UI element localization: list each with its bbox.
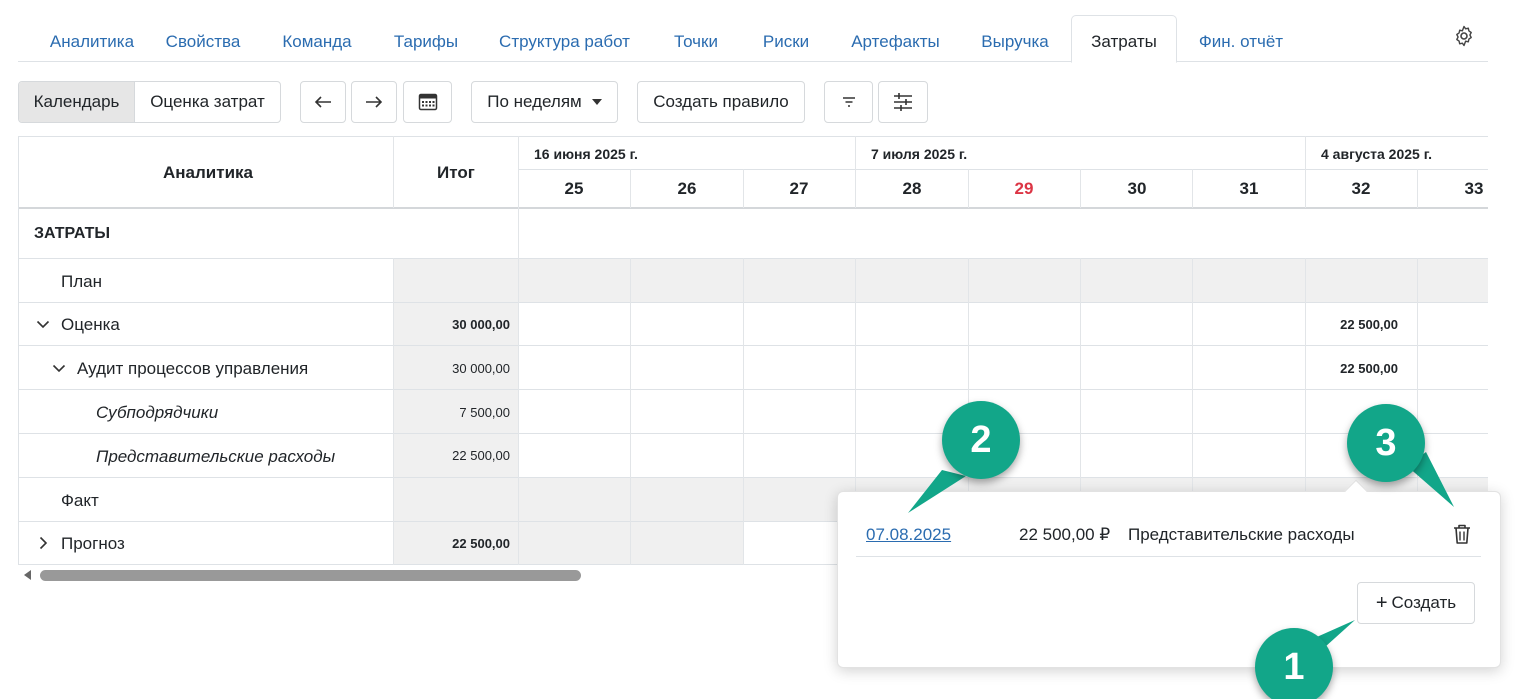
week-number: 30 xyxy=(1127,179,1147,198)
trash-icon[interactable] xyxy=(1452,523,1472,545)
row-label-plan: План xyxy=(61,272,102,291)
view-calendar-button[interactable]: Календарь xyxy=(19,82,135,122)
week-number: 31 xyxy=(1239,179,1259,198)
tab-fin-report[interactable]: Фин. отчёт xyxy=(1197,15,1285,62)
filter-icon xyxy=(842,97,855,107)
caret-down-icon xyxy=(591,99,602,105)
tab-artifacts[interactable]: Артефакты xyxy=(851,15,940,62)
section-title: ЗАТРАТЫ xyxy=(34,225,111,242)
header-total: Итог xyxy=(437,163,475,182)
chevron-down-icon[interactable] xyxy=(52,361,66,375)
week-number: 26 xyxy=(677,179,697,198)
create-label: Создать xyxy=(1391,593,1457,612)
row-label-representation: Представительские расходы xyxy=(96,447,336,466)
view-estimate-button[interactable]: Оценка затрат xyxy=(135,82,280,122)
forecast-row-shade xyxy=(519,521,744,565)
week-number-highlighted: 29 xyxy=(1014,179,1034,198)
tab-costs[interactable]: Затраты xyxy=(1071,15,1177,63)
total-value: 22 500,00 xyxy=(452,448,510,463)
sliders-icon xyxy=(894,93,912,111)
tab-team[interactable]: Команда xyxy=(281,15,353,62)
week-number: 28 xyxy=(902,179,922,198)
tab-bar: Аналитика Свойства Команда Тарифы Структ… xyxy=(18,15,1488,63)
prev-button[interactable] xyxy=(300,81,346,123)
week-number: 33 xyxy=(1464,179,1484,198)
total-value: 22 500,00 xyxy=(452,536,510,551)
period-dropdown[interactable]: По неделям xyxy=(471,81,618,123)
row-label-fact: Факт xyxy=(61,491,99,510)
cost-entry-category: Представительские расходы xyxy=(1128,525,1355,544)
cost-entry-date-link[interactable]: 07.08.2025 xyxy=(866,525,951,545)
create-rule-button[interactable]: Создать правило xyxy=(637,81,805,123)
total-value: 30 000,00 xyxy=(452,361,510,376)
chevron-down-icon[interactable] xyxy=(36,317,50,331)
scroll-left-icon[interactable] xyxy=(24,570,31,580)
arrow-left-icon xyxy=(314,96,331,108)
cost-entry-amount: 22 500,00 ₽ xyxy=(1019,525,1111,544)
next-button[interactable] xyxy=(351,81,397,123)
chevron-right-icon[interactable] xyxy=(36,536,50,550)
week-number: 32 xyxy=(1351,179,1371,198)
month-label: 4 августа 2025 г. xyxy=(1321,146,1433,162)
header-analytics: Аналитика xyxy=(163,163,253,182)
period-label: По неделям xyxy=(487,92,582,111)
week-value: 22 500,00 xyxy=(1340,317,1398,332)
month-label: 16 июня 2025 г. xyxy=(534,146,638,162)
tab-analytics[interactable]: Аналитика xyxy=(39,15,145,62)
tab-points[interactable]: Точки xyxy=(671,15,721,62)
week-number: 25 xyxy=(564,179,584,198)
plus-icon: + xyxy=(1375,592,1388,614)
settings-button[interactable] xyxy=(878,81,928,123)
tab-work-structure[interactable]: Структура работ xyxy=(498,15,631,62)
callout-badge-2: 2 xyxy=(942,401,1020,479)
arrow-right-icon xyxy=(366,96,383,108)
tab-properties[interactable]: Свойства xyxy=(165,15,241,62)
month-label: 7 июля 2025 г. xyxy=(871,146,968,162)
tab-risks[interactable]: Риски xyxy=(762,15,810,62)
plan-row-shade xyxy=(519,258,1488,302)
popover-divider xyxy=(856,556,1481,557)
callout-badge-1: 1 xyxy=(1255,628,1333,699)
cost-popover xyxy=(837,491,1501,668)
total-value: 30 000,00 xyxy=(452,317,510,332)
calendar-button[interactable] xyxy=(403,81,452,123)
row-label-audit[interactable]: Аудит процессов управления xyxy=(77,359,308,379)
view-switch: Календарь Оценка затрат xyxy=(18,81,281,123)
filter-button[interactable] xyxy=(824,81,873,123)
calendar-icon xyxy=(418,93,437,111)
week-value: 22 500,00 xyxy=(1340,361,1398,376)
tab-tariffs[interactable]: Тарифы xyxy=(393,15,459,62)
tab-revenue[interactable]: Выручка xyxy=(980,15,1050,62)
total-value: 7 500,00 xyxy=(459,405,510,420)
row-label-subcontractors: Субподрядчики xyxy=(96,403,219,422)
row-label-forecast[interactable]: Прогноз xyxy=(61,534,125,554)
row-label-estimate[interactable]: Оценка xyxy=(61,315,120,335)
gear-icon[interactable] xyxy=(1452,24,1476,48)
create-cost-button[interactable]: + Создать xyxy=(1357,582,1475,624)
callout-badge-3: 3 xyxy=(1347,404,1425,482)
total-cell-plan xyxy=(394,258,519,302)
horizontal-scrollbar[interactable] xyxy=(40,570,581,581)
week-number: 27 xyxy=(789,179,809,198)
